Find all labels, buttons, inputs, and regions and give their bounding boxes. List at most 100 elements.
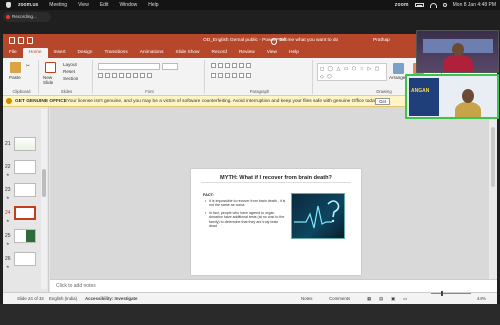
tell-me-search[interactable]: Tell me what you want to do (271, 34, 381, 48)
thumbnail-image[interactable] (14, 252, 36, 266)
cut-icon[interactable]: ✂ (26, 63, 30, 69)
clipboard-caption: Clipboard (12, 89, 31, 94)
shapes-gallery[interactable] (317, 63, 387, 81)
decrease-indent-icon[interactable] (225, 63, 230, 68)
slide-sorter-icon[interactable]: ▤ (379, 293, 383, 304)
numbering-icon[interactable] (218, 63, 223, 68)
thumbnail-number: 24 (5, 210, 11, 216)
normal-view-icon[interactable]: ▦ (367, 293, 371, 304)
increase-indent-icon[interactable] (232, 63, 237, 68)
line-spacing-icon[interactable] (239, 63, 244, 68)
bold-icon[interactable] (98, 73, 103, 78)
apple-icon[interactable] (6, 0, 11, 10)
slideshow-icon[interactable]: ▭ (403, 293, 407, 304)
notes-toggle[interactable]: Notes (301, 293, 312, 304)
thumbnail-number: 26 (5, 256, 11, 262)
bullet-item: In fact, people who have agreed to organ… (205, 211, 287, 229)
save-icon[interactable] (9, 37, 15, 44)
get-genuine-button[interactable]: Get (375, 98, 391, 105)
tab-insert[interactable]: Insert (48, 48, 72, 58)
undo-icon[interactable] (18, 37, 24, 44)
recording-indicator[interactable]: Recording... (3, 12, 51, 22)
align-left-icon[interactable] (211, 73, 216, 78)
new-slide-icon[interactable] (45, 62, 56, 73)
arrange-icon[interactable] (393, 63, 404, 74)
fact-label[interactable]: FACT: (203, 193, 214, 197)
strikethrough-icon[interactable] (119, 73, 124, 78)
menu-app[interactable]: zoom.us (18, 0, 38, 10)
paste-icon[interactable] (10, 62, 21, 73)
shadow-icon[interactable] (126, 73, 131, 78)
tab-file[interactable]: File (3, 48, 23, 58)
font-color-icon[interactable] (147, 73, 152, 78)
comments-toggle[interactable]: Comments (329, 293, 350, 304)
thumbnail-image[interactable] (14, 229, 36, 243)
tab-record[interactable]: Record (206, 48, 233, 58)
user-name[interactable]: Prathap (373, 34, 390, 48)
font-size-field[interactable] (162, 63, 178, 70)
align-right-icon[interactable] (225, 73, 230, 78)
tab-animations[interactable]: Animations (134, 48, 170, 58)
smartart-icon[interactable] (246, 73, 251, 78)
new-slide-button[interactable]: New Slide (43, 75, 59, 85)
notes-placeholder: Click to add notes (56, 283, 96, 289)
menu-edit[interactable]: Edit (100, 0, 109, 10)
font-name-field[interactable] (98, 63, 160, 70)
menu-meeting[interactable]: Meeting (49, 0, 67, 10)
section-button[interactable]: Section (63, 76, 78, 81)
menu-view[interactable]: View (78, 0, 89, 10)
thumbnail-image[interactable] (14, 160, 36, 174)
case-icon[interactable] (140, 73, 145, 78)
accessibility-status[interactable]: Accessibility: Investigate (85, 293, 137, 304)
tab-review[interactable]: Review (233, 48, 261, 58)
text-direction-icon[interactable] (239, 73, 244, 78)
italic-icon[interactable] (105, 73, 110, 78)
tab-view[interactable]: View (261, 48, 283, 58)
zoom-level[interactable]: 44% (477, 293, 486, 304)
tab-design[interactable]: Design (72, 48, 99, 58)
thumbnail-scrollbar[interactable] (41, 109, 47, 289)
participant-video-tile[interactable] (416, 30, 499, 73)
columns-icon[interactable] (246, 63, 251, 68)
clock[interactable]: Mon 8 Jan 4:48 PM (453, 0, 496, 10)
thumbnail-image[interactable] (14, 206, 36, 220)
tab-transitions[interactable]: Transitions (98, 48, 133, 58)
redo-icon[interactable] (27, 37, 33, 44)
tab-home[interactable]: Home (22, 48, 48, 58)
language-status[interactable]: English (India) (49, 293, 77, 304)
battery-icon[interactable] (414, 3, 424, 7)
underline-icon[interactable] (112, 73, 117, 78)
slide-bullets[interactable]: It is impossible to recover from brain d… (205, 199, 287, 231)
zoom-status-icon[interactable]: zoom (395, 0, 409, 10)
reading-view-icon[interactable]: ▣ (391, 293, 395, 304)
active-speaker-video-tile[interactable]: ANGAN (405, 74, 499, 119)
spacing-icon[interactable] (133, 73, 138, 78)
slide-title[interactable]: MYTH: What if I recover from brain death… (201, 173, 351, 183)
zoom-slider[interactable] (431, 291, 471, 296)
tab-help[interactable]: Help (283, 48, 305, 58)
thumbnail-image[interactable] (14, 183, 36, 197)
tab-slide-show[interactable]: Slide Show (170, 48, 206, 58)
participant-head (452, 43, 464, 56)
current-slide[interactable]: MYTH: What if I recover from brain death… (191, 169, 361, 275)
slide-thumbnails-pane: 21 22 ★ 23 ★ 24 ★ 25 ★ 26 ★ (3, 107, 49, 292)
wifi-icon[interactable] (429, 2, 437, 8)
notes-pane[interactable]: Click to add notes (50, 279, 497, 292)
bullets-icon[interactable] (211, 63, 216, 68)
align-center-icon[interactable] (218, 73, 223, 78)
layout-button[interactable]: Layout (63, 62, 77, 67)
menu-window[interactable]: Window (119, 0, 137, 10)
slide-canvas: MYTH: What if I recover from brain death… (50, 107, 497, 279)
justify-icon[interactable] (232, 73, 237, 78)
spotlight-icon[interactable] (442, 3, 447, 7)
menu-help[interactable]: Help (148, 0, 158, 10)
list-buttons (211, 63, 251, 69)
clipboard-group: Paste ✂ Clipboard (5, 60, 39, 94)
reset-button[interactable]: Reset (63, 69, 75, 74)
paste-button[interactable]: Paste (9, 75, 21, 80)
app-menus: zoom.us Meeting View Edit Window Help (18, 0, 159, 10)
thumbnail-image[interactable] (14, 137, 36, 151)
brain-heartbeat-image[interactable] (291, 193, 345, 239)
slide-scrollbar[interactable] (489, 107, 497, 279)
arrange-button[interactable]: Arrange (389, 75, 405, 80)
